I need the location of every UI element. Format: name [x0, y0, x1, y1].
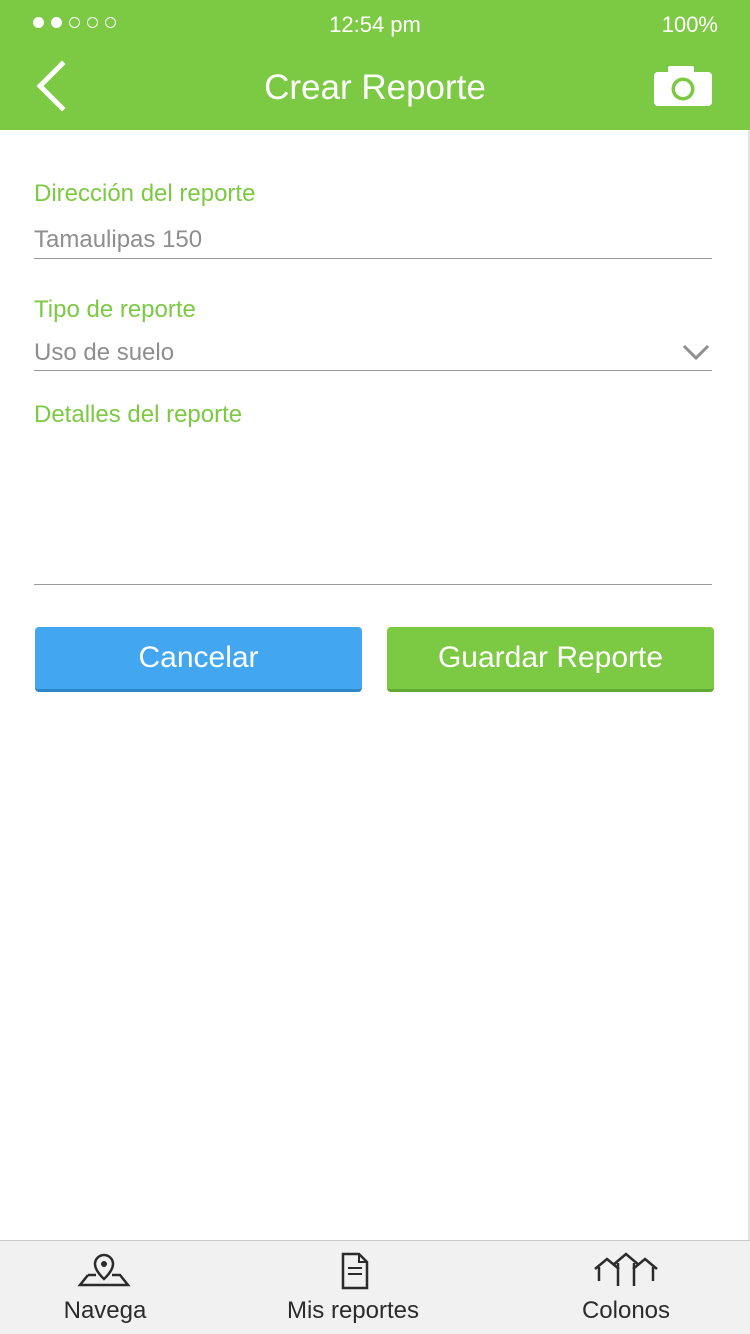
houses-icon	[594, 1252, 658, 1286]
camera-icon	[654, 66, 712, 106]
tab-mis-reportes[interactable]: Mis reportes	[270, 1241, 436, 1334]
app-header: 12:54 pm 100% Crear Reporte	[0, 0, 750, 130]
tab-label-mis-reportes: Mis reportes	[286, 1297, 420, 1324]
details-label: Detalles del reporte	[34, 401, 243, 428]
address-underline	[34, 258, 712, 259]
tab-label-navega: Navega	[63, 1297, 147, 1324]
create-report-screen: 12:54 pm 100% Crear Reporte Dirección de…	[0, 0, 750, 1334]
back-button[interactable]	[30, 60, 74, 112]
status-time: 12:54 pm	[329, 12, 421, 37]
map-pin-icon	[77, 1253, 131, 1287]
tab-navega[interactable]: Navega	[30, 1241, 180, 1334]
tab-colonos[interactable]: Colonos	[560, 1241, 692, 1334]
save-report-button[interactable]: Guardar Reporte	[387, 627, 714, 692]
details-underline	[34, 584, 712, 585]
tab-label-colonos: Colonos	[581, 1297, 671, 1324]
page-title: Crear Reporte	[264, 68, 486, 107]
report-type-select[interactable]: Uso de suelo	[34, 339, 174, 367]
address-input[interactable]: Tamaulipas 150	[34, 226, 202, 254]
battery-level: 100%	[661, 12, 718, 37]
bottom-tab-bar: Navega Mis reportes Colonos	[0, 1240, 750, 1334]
details-textarea[interactable]	[34, 440, 712, 580]
address-label: Dirección del reporte	[34, 180, 256, 207]
chevron-left-icon	[36, 60, 66, 112]
cancel-button[interactable]: Cancelar	[35, 627, 362, 692]
chevron-down-icon[interactable]	[681, 343, 711, 363]
report-type-underline	[34, 370, 712, 371]
camera-button[interactable]	[652, 64, 714, 110]
report-type-label: Tipo de reporte	[34, 296, 196, 323]
document-icon	[341, 1252, 369, 1290]
